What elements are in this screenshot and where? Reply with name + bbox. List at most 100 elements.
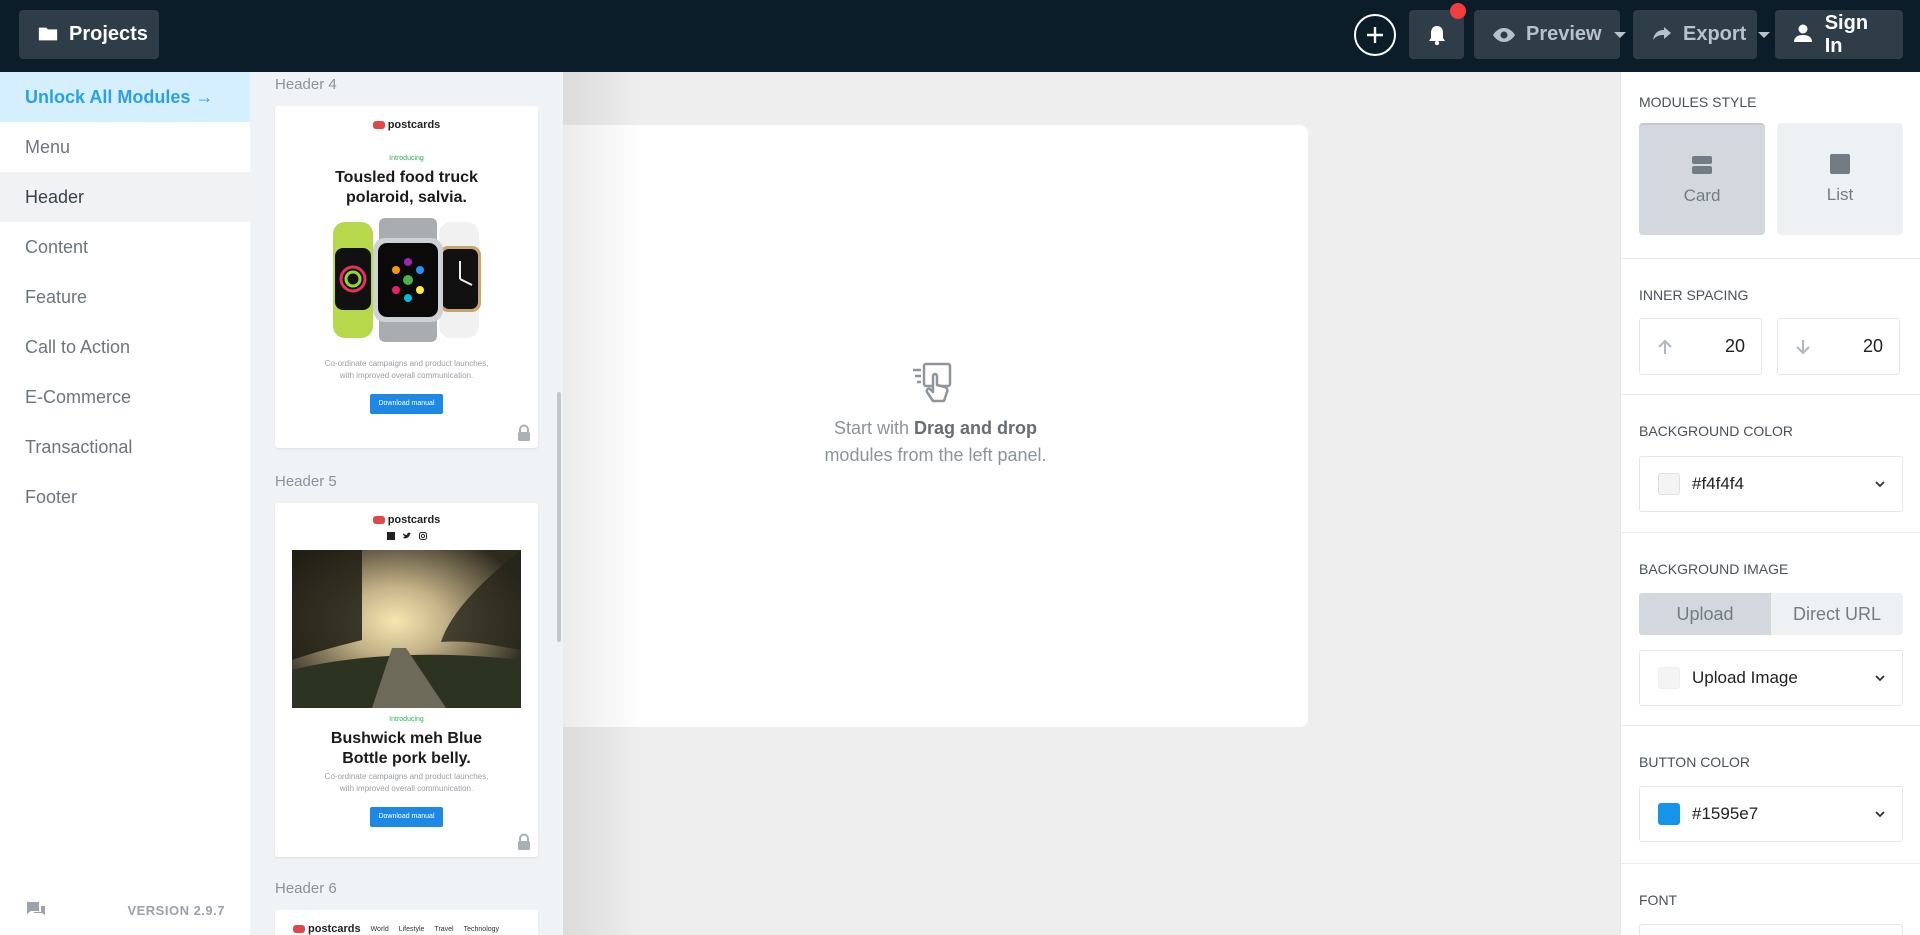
nav-lifestyle: Lifestyle <box>398 925 425 933</box>
postcards-logo: postcards <box>275 119 538 131</box>
notification-badge <box>1450 3 1466 19</box>
module-intro: Introducing <box>389 155 424 162</box>
empty-state-message: Start with Drag and drop modules from th… <box>824 418 1047 465</box>
postcards-logo: postcards <box>275 514 538 526</box>
unlock-all-modules-link[interactable]: Unlock All Modules → <box>0 72 250 122</box>
upload-image-select[interactable]: Upload Image <box>1639 650 1903 706</box>
button-color-title: Button Color <box>1639 754 1750 770</box>
image-placeholder-swatch <box>1658 667 1680 689</box>
add-button[interactable] <box>1354 14 1396 56</box>
module-body-line-1: Co-ordinate campaigns and product launch… <box>324 359 489 368</box>
chevron-down-icon <box>1875 675 1885 682</box>
top-bar: Projects Preview Export Sign In <box>0 0 1920 72</box>
background-image-title: Background Image <box>1639 561 1789 577</box>
modules-scrollbar[interactable] <box>557 392 561 642</box>
nav-technology: Technology <box>463 925 500 933</box>
spacing-bottom-input[interactable]: 20 <box>1777 318 1900 375</box>
user-icon <box>1793 23 1815 47</box>
category-header[interactable]: Header <box>0 172 250 222</box>
inner-spacing-title: Inner Spacing <box>1639 287 1749 303</box>
twitter-icon <box>402 532 411 539</box>
nav-world: World <box>370 925 389 933</box>
style-option-list[interactable]: List <box>1777 123 1903 235</box>
module-body-line-2: with improved overall communication. <box>339 784 474 793</box>
category-footer[interactable]: Footer <box>0 472 250 522</box>
module-title-line-2: polaroid, salvia. <box>346 189 467 206</box>
instagram-icon <box>418 532 427 540</box>
preview-label: Preview <box>1526 23 1602 45</box>
email-canvas: Start with Drag and drop modules from th… <box>563 72 1620 935</box>
tab-direct-url[interactable]: Direct URL <box>1771 593 1903 635</box>
export-button[interactable]: Export <box>1633 10 1771 59</box>
chevron-down-icon <box>1875 481 1885 488</box>
sidebar-footer: VERSION 2.9.7 <box>0 885 250 935</box>
download-manual-button: Download manual <box>370 807 443 827</box>
version-label: VERSION 2.9.7 <box>127 902 225 918</box>
postcards-logo: postcards <box>293 923 361 935</box>
social-icons <box>275 532 538 540</box>
download-manual-button: Download manual <box>370 394 443 414</box>
style-option-card[interactable]: Card <box>1639 123 1765 235</box>
chat-icon[interactable] <box>25 900 47 920</box>
nav-travel: Travel <box>434 925 454 933</box>
forest-road-image <box>292 550 521 708</box>
module-card-header-5[interactable]: postcards Introducing Bushwick meh Blue <box>275 503 538 857</box>
font-title: Font <box>1639 892 1678 908</box>
category-sidebar: Unlock All Modules → Menu Header Content… <box>0 72 250 935</box>
drop-zone[interactable]: Start with Drag and drop modules from th… <box>563 125 1308 727</box>
share-arrow-icon <box>1651 23 1673 47</box>
category-e-commerce[interactable]: E-Commerce <box>0 372 250 422</box>
button-color-swatch <box>1658 803 1680 825</box>
arrow-up-icon <box>1658 339 1672 354</box>
category-menu[interactable]: Menu <box>0 122 250 172</box>
module-title-line-1: Tousled food truck <box>335 169 478 186</box>
chevron-down-icon <box>1758 31 1771 38</box>
sign-in-label: Sign In <box>1824 11 1869 57</box>
canvas-shadow <box>563 72 643 935</box>
facebook-icon <box>386 532 395 540</box>
background-color-select[interactable]: #f4f4f4 <box>1639 456 1903 512</box>
background-image-tabs: Upload Direct URL <box>1639 593 1903 635</box>
list-layout-icon <box>1830 154 1850 174</box>
module-intro: Introducing <box>389 716 424 723</box>
background-color-title: Background Color <box>1639 423 1794 439</box>
module-label-header-6: Header 6 <box>275 880 337 897</box>
chevron-down-icon <box>1613 31 1626 38</box>
chevron-down-icon <box>1875 811 1885 818</box>
module-card-header-4[interactable]: postcards Introducing Tousled food truck… <box>275 106 538 448</box>
projects-label: Projects <box>69 23 148 45</box>
projects-button[interactable]: Projects <box>19 10 159 59</box>
module-body-line-2: with improved overall communication. <box>339 371 474 380</box>
smartwatch-image <box>327 218 487 342</box>
module-body-line-1: Co-ordinate campaigns and product launch… <box>324 772 489 781</box>
tab-upload[interactable]: Upload <box>1639 593 1771 635</box>
settings-panel: Modules Style Card List Inner Spacing 20… <box>1620 72 1920 935</box>
module-title-line-2: Bottle pork belly. <box>342 750 471 767</box>
export-label: Export <box>1683 23 1747 45</box>
category-feature[interactable]: Feature <box>0 272 250 322</box>
button-color-select[interactable]: #1595e7 <box>1639 786 1903 842</box>
category-content[interactable]: Content <box>0 222 250 272</box>
module-label-header-5: Header 5 <box>275 473 337 490</box>
modules-panel: Header 4 postcards Introducing Tousled f… <box>250 72 563 935</box>
category-transactional[interactable]: Transactional <box>0 422 250 472</box>
category-call-to-action[interactable]: Call to Action <box>0 322 250 372</box>
bell-icon <box>1428 25 1445 45</box>
plus-icon <box>1367 27 1383 43</box>
font-select[interactable] <box>1639 924 1903 935</box>
lock-icon <box>518 424 530 441</box>
preview-button[interactable]: Preview <box>1474 10 1626 59</box>
folder-icon <box>37 23 59 47</box>
drag-hand-icon <box>913 362 952 403</box>
sign-in-button[interactable]: Sign In <box>1775 10 1903 59</box>
modules-style-title: Modules Style <box>1639 94 1757 110</box>
eye-icon <box>1492 23 1516 47</box>
spacing-top-input[interactable]: 20 <box>1639 318 1762 375</box>
arrow-down-icon <box>1796 339 1810 354</box>
module-title-line-1: Bushwick meh Blue <box>330 730 483 747</box>
card-layout-icon <box>1692 156 1712 174</box>
background-color-swatch <box>1658 473 1680 495</box>
module-label-header-4: Header 4 <box>275 76 337 93</box>
module-card-header-6[interactable]: postcards World Lifestyle Travel Technol… <box>275 910 538 935</box>
modules-style-section: Modules Style Card List <box>1621 72 1920 259</box>
